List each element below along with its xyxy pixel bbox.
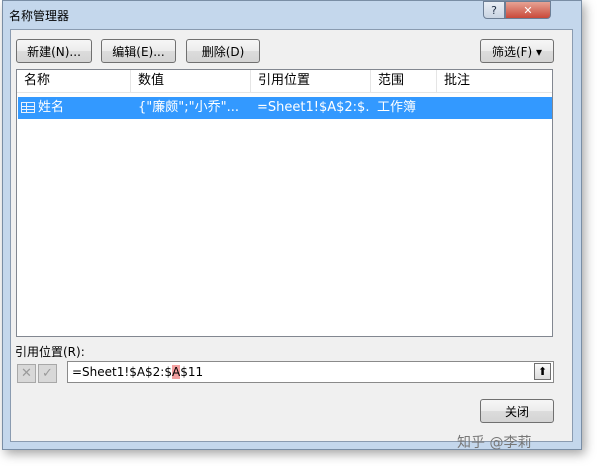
edit-button[interactable]: 编辑(E)... <box>101 39 176 63</box>
column-header-scope[interactable]: 范围 <box>371 70 437 92</box>
x-icon: ✕ <box>21 366 32 381</box>
watermark: 知乎 @李莉 <box>457 435 532 451</box>
check-icon: ✓ <box>42 366 53 381</box>
cell-refers-to: =Sheet1!$A$2:$... <box>257 100 369 115</box>
help-button[interactable]: ? <box>483 1 505 19</box>
refers-to-label: 引用位置(R): <box>15 345 85 359</box>
column-header-value[interactable]: 数值 <box>131 70 251 92</box>
cell-scope: 工作簿 <box>377 100 417 115</box>
name-manager-dialog: 名称管理器 ? ✕ 新建(N)... 编辑(E)... 删除(D) 筛选(F) … <box>2 0 582 450</box>
refers-to-input[interactable]: =Sheet1!$A$2:$A$11 ⬆ <box>67 361 554 383</box>
filter-button[interactable]: 筛选(F) ▾ <box>480 39 554 63</box>
list-item[interactable]: 姓名 {"廉颇";"小乔"... =Sheet1!$A$2:$... 工作簿 <box>18 97 552 119</box>
refers-to-value-prefix: =Sheet1!$A$2:$ <box>72 365 172 379</box>
delete-button[interactable]: 删除(D) <box>186 39 260 63</box>
names-list[interactable]: 名称 数值 引用位置 范围 批注 姓名 {"廉颇";"小乔"... =Sheet… <box>16 69 553 337</box>
cell-name: 姓名 <box>38 100 65 115</box>
column-header-refers-to[interactable]: 引用位置 <box>251 70 371 92</box>
name-range-icon <box>21 102 35 113</box>
list-header: 名称 数值 引用位置 范围 批注 <box>17 70 552 93</box>
window-title: 名称管理器 <box>9 9 70 23</box>
column-header-name[interactable]: 名称 <box>17 70 131 92</box>
new-button[interactable]: 新建(N)... <box>16 39 92 63</box>
confirm-edit-button[interactable]: ✓ <box>38 364 57 383</box>
column-header-comment[interactable]: 批注 <box>437 70 552 92</box>
up-arrow-icon: ⬆ <box>537 364 548 378</box>
dialog-body: 新建(N)... 编辑(E)... 删除(D) 筛选(F) ▾ 名称 数值 引用… <box>10 29 573 442</box>
title-bar: 名称管理器 ? ✕ <box>3 1 581 29</box>
collapse-dialog-button[interactable]: ⬆ <box>534 363 551 380</box>
cell-value: {"廉颇";"小乔"... <box>138 100 239 115</box>
refers-to-value-highlight: A <box>171 365 181 379</box>
cancel-edit-button[interactable]: ✕ <box>17 364 36 383</box>
refers-to-value-suffix: $11 <box>180 365 204 379</box>
close-button[interactable]: 关闭 <box>480 399 554 423</box>
window-close-button[interactable]: ✕ <box>505 1 551 19</box>
cell-comment <box>443 97 543 119</box>
